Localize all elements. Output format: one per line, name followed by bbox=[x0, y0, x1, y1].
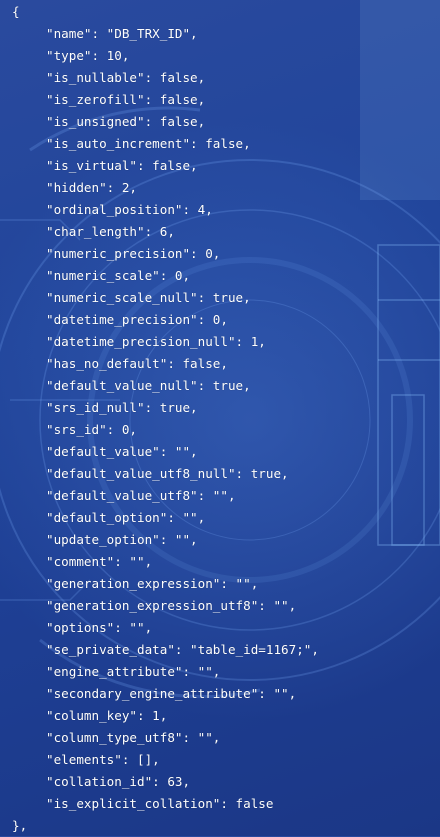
field-line: "generation_expression_utf8": "", bbox=[46, 598, 297, 613]
field-line: "type": 10, bbox=[46, 48, 130, 63]
field-line: "is_zerofill": false, bbox=[46, 92, 206, 107]
field-line: "is_nullable": false, bbox=[46, 70, 206, 85]
field-line: "numeric_scale": 0, bbox=[46, 268, 191, 283]
field-line: "comment": "", bbox=[46, 554, 153, 569]
json-code-block: { "name": "DB_TRX_ID", "type": 10, "is_n… bbox=[12, 0, 319, 837]
field-line: "srs_id_null": true, bbox=[46, 400, 198, 415]
field-line: "has_no_default": false, bbox=[46, 356, 228, 371]
field-line: "ordinal_position": 4, bbox=[46, 202, 213, 217]
field-line: "elements": [], bbox=[46, 752, 160, 767]
field-line: "update_option": "", bbox=[46, 532, 198, 547]
field-line: "char_length": 6, bbox=[46, 224, 175, 239]
field-line: "is_unsigned": false, bbox=[46, 114, 206, 129]
field-line: "secondary_engine_attribute": "", bbox=[46, 686, 297, 701]
field-line: "engine_attribute": "", bbox=[46, 664, 221, 679]
field-line: "collation_id": 63, bbox=[46, 774, 191, 789]
field-line: "column_key": 1, bbox=[46, 708, 168, 723]
field-line: "numeric_scale_null": true, bbox=[46, 290, 251, 305]
field-line: "se_private_data": "table_id=1167;", bbox=[46, 642, 319, 657]
field-line: "options": "", bbox=[46, 620, 153, 635]
field-line: "hidden": 2, bbox=[46, 180, 137, 195]
field-line: "datetime_precision": 0, bbox=[46, 312, 228, 327]
field-line: "default_value_null": true, bbox=[46, 378, 251, 393]
open-brace: { bbox=[12, 4, 20, 19]
close-brace: }, bbox=[12, 818, 28, 833]
field-line: "generation_expression": "", bbox=[46, 576, 259, 591]
field-line: "numeric_precision": 0, bbox=[46, 246, 221, 261]
field-line: "srs_id": 0, bbox=[46, 422, 137, 437]
field-line: "name": "DB_TRX_ID", bbox=[46, 26, 198, 41]
field-line: "is_virtual": false, bbox=[46, 158, 198, 173]
field-line: "is_auto_increment": false, bbox=[46, 136, 251, 151]
field-line: "datetime_precision_null": 1, bbox=[46, 334, 266, 349]
field-line: "default_option": "", bbox=[46, 510, 206, 525]
field-line: "column_type_utf8": "", bbox=[46, 730, 221, 745]
field-line: "is_explicit_collation": false bbox=[46, 796, 274, 811]
field-line: "default_value_utf8_null": true, bbox=[46, 466, 289, 481]
field-line: "default_value": "", bbox=[46, 444, 198, 459]
field-line: "default_value_utf8": "", bbox=[46, 488, 236, 503]
